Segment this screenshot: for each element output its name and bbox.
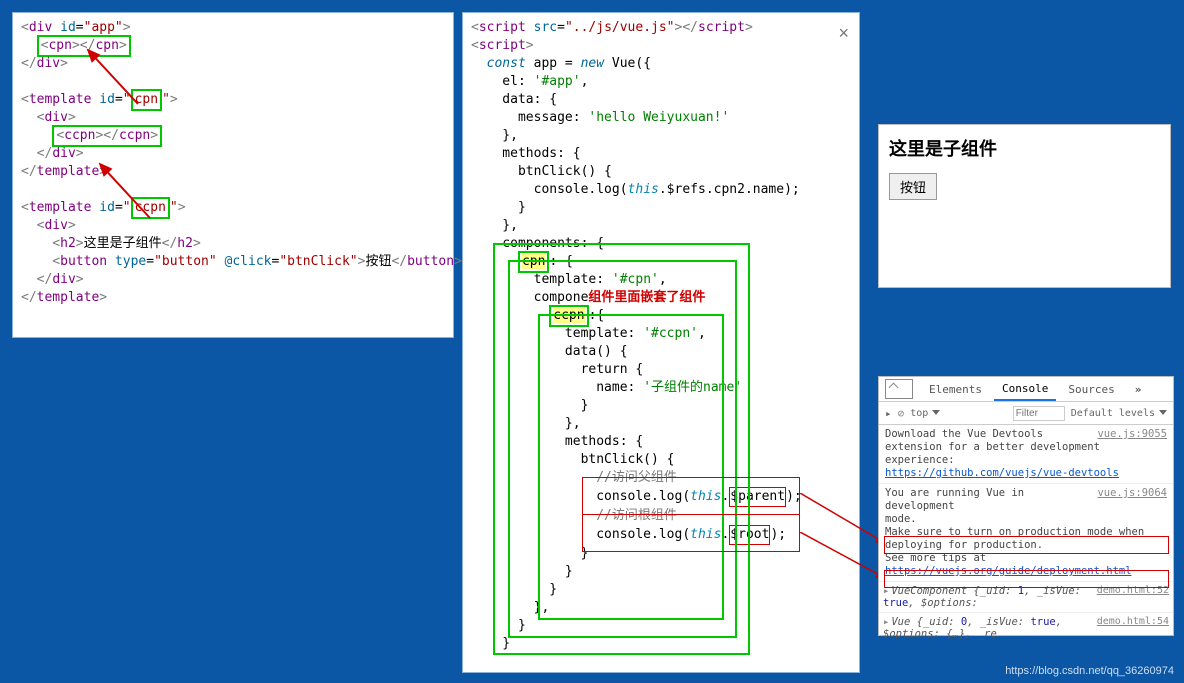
- child-heading: 这里是子组件: [889, 135, 1160, 161]
- inspect-icon[interactable]: [885, 379, 913, 399]
- left-code-panel: <div id="app"> <cpn></cpn> </div> <templ…: [12, 12, 454, 338]
- expand-arrow-icon[interactable]: ▸: [883, 616, 889, 628]
- devtools-panel: Elements Console Sources » ▸ ⊘ top Defau…: [878, 376, 1174, 636]
- sidebar-toggle-icon[interactable]: ▸: [885, 407, 892, 420]
- console-row-vue[interactable]: demo.html:54 ▸Vue {_uid: 0, _isVue: true…: [879, 612, 1173, 643]
- chevron-down-icon: [932, 410, 940, 415]
- annotation-nested: 组件里面嵌套了组件: [588, 290, 705, 305]
- tabs-overflow-icon[interactable]: »: [1127, 379, 1151, 400]
- filter-input[interactable]: [1013, 406, 1065, 421]
- chevron-down-icon: [1159, 410, 1167, 415]
- devtools-tabs: Elements Console Sources »: [879, 377, 1173, 402]
- child-button[interactable]: 按钮: [889, 173, 937, 200]
- mid-code-panel: × <script src="../js/vue.js"></script> <…: [462, 12, 860, 673]
- root-highlight: $root: [729, 525, 770, 545]
- tab-sources[interactable]: Sources: [1060, 379, 1122, 400]
- watermark: https://blog.csdn.net/qq_36260974: [1005, 665, 1174, 677]
- source-link[interactable]: vue.js:9064: [1097, 487, 1167, 500]
- deploy-link[interactable]: https://vuejs.org/guide/deployment.html: [885, 565, 1132, 577]
- console-message-devmode: vue.js:9064 You are running Vue in devel…: [879, 483, 1173, 581]
- tab-elements[interactable]: Elements: [921, 379, 990, 400]
- parent-highlight: $parent: [729, 487, 786, 507]
- cpn-tag-highlight: <cpn></cpn>: [37, 35, 131, 57]
- ccpn-id-highlight: ccpn: [131, 197, 170, 219]
- cpn-key-highlight: cpn: [518, 251, 549, 273]
- clear-console-icon[interactable]: ⊘: [898, 407, 905, 420]
- close-icon[interactable]: ×: [838, 23, 849, 44]
- tab-console[interactable]: Console: [994, 378, 1056, 401]
- expand-arrow-icon[interactable]: ▸: [883, 585, 889, 597]
- console-message-devtools: vue.js:9055 Download the Vue Devtools ex…: [879, 425, 1173, 483]
- mid-code: <script src="../js/vue.js"></script> <sc…: [463, 13, 859, 659]
- context-dropdown[interactable]: top: [910, 408, 940, 419]
- left-code: <div id="app"> <cpn></cpn> </div> <templ…: [13, 13, 453, 313]
- ccpn-tag-highlight: <ccpn></ccpn>: [52, 125, 162, 147]
- source-link[interactable]: vue.js:9055: [1097, 428, 1167, 441]
- levels-dropdown[interactable]: Default levels: [1071, 408, 1167, 419]
- cpn-id-highlight: cpn: [131, 89, 162, 111]
- ccpn-key-highlight: ccpn: [549, 305, 588, 327]
- devtools-link[interactable]: https://github.com/vuejs/vue-devtools: [885, 467, 1119, 479]
- app-preview: 这里是子组件 按钮: [878, 124, 1171, 288]
- console-toolbar: ▸ ⊘ top Default levels: [879, 402, 1173, 425]
- console-row-vuecomponent[interactable]: demo.html:52 ▸VueComponent {_uid: 1, _is…: [879, 581, 1173, 612]
